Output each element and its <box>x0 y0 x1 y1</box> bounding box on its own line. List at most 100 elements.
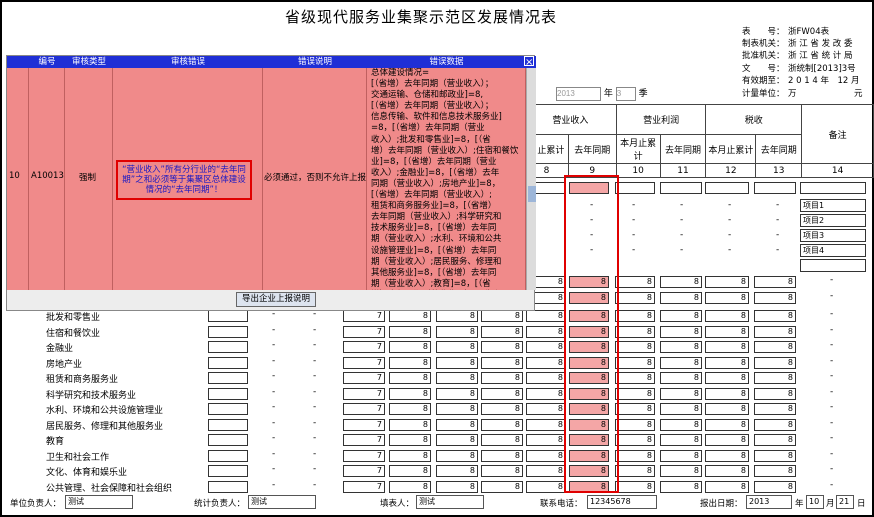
row-cell[interactable]: 8 <box>754 387 796 400</box>
row-cell[interactable]: 8 <box>481 387 523 400</box>
row-cell[interactable]: 8 <box>481 434 523 446</box>
row-cell[interactable]: 8 <box>754 434 796 446</box>
row-cell[interactable]: 8 <box>705 403 749 415</box>
date-year-input[interactable]: 2013 <box>746 495 792 509</box>
row-cell[interactable]: 8 <box>481 325 523 338</box>
row-cell[interactable]: 8 <box>754 403 796 415</box>
note-field[interactable]: 项目2 <box>800 214 866 227</box>
row-cell[interactable]: 7 <box>343 341 385 353</box>
note-field[interactable]: 项目1 <box>800 199 866 212</box>
row-cell[interactable]: 8 <box>389 372 431 384</box>
row-cell[interactable]: 8 <box>481 480 523 493</box>
row-cell[interactable]: 8 <box>389 465 431 477</box>
row-input[interactable] <box>208 310 248 322</box>
row-cell[interactable]: 8 <box>660 434 702 446</box>
row-cell[interactable]: 8 <box>660 310 702 322</box>
row-cell[interactable]: 8 <box>389 449 431 462</box>
row-input[interactable] <box>208 372 248 384</box>
top-cell-input[interactable] <box>705 182 749 194</box>
row-cell[interactable]: 8 <box>754 449 796 462</box>
row-cell[interactable]: 8 <box>526 387 566 400</box>
row-cell[interactable]: 8 <box>436 434 478 446</box>
row-cell[interactable]: 7 <box>343 310 385 322</box>
row-cell[interactable]: 8 <box>705 325 749 338</box>
row-cell[interactable]: 8 <box>754 372 796 384</box>
row-input[interactable] <box>208 465 248 477</box>
row-cell[interactable]: 8 <box>389 418 431 431</box>
row-cell[interactable]: 8 <box>705 418 749 431</box>
row-cell[interactable]: 8 <box>436 310 478 322</box>
row-cell[interactable]: 8 <box>526 356 566 369</box>
row-cell[interactable]: 8 <box>754 341 796 353</box>
row-cell[interactable]: 8 <box>615 341 655 353</box>
row-cell[interactable]: 8 <box>436 465 478 477</box>
top-cell-input[interactable] <box>660 182 702 194</box>
row-cell[interactable]: 8 <box>660 465 702 477</box>
row-cell[interactable]: 8 <box>526 465 566 477</box>
row-cell[interactable]: 8 <box>754 325 796 338</box>
top-cell-input[interactable] <box>615 182 655 194</box>
date-month-input[interactable]: 10 <box>806 495 824 509</box>
row-cell[interactable]: 8 <box>705 276 749 288</box>
row-cell[interactable]: 8 <box>481 403 523 415</box>
row-cell[interactable]: 7 <box>343 480 385 493</box>
row-input[interactable] <box>208 480 248 493</box>
row-cell[interactable]: 7 <box>343 449 385 462</box>
row-cell[interactable]: 8 <box>615 465 655 477</box>
close-icon[interactable]: × <box>524 56 534 68</box>
row-cell[interactable]: 8 <box>615 418 655 431</box>
row-cell[interactable]: 8 <box>705 310 749 322</box>
row-cell[interactable]: 8 <box>436 356 478 369</box>
row-cell[interactable]: 7 <box>343 434 385 446</box>
export-report-button[interactable]: 导出企业上报说明 <box>236 292 316 307</box>
row-input[interactable] <box>208 434 248 446</box>
row-cell[interactable]: 8 <box>660 325 702 338</box>
row-cell[interactable]: 8 <box>481 310 523 322</box>
row-cell[interactable]: 8 <box>615 434 655 446</box>
row-cell[interactable]: 8 <box>660 341 702 353</box>
row-cell[interactable]: 8 <box>436 341 478 353</box>
row-cell[interactable]: 8 <box>389 341 431 353</box>
note-field[interactable] <box>800 259 866 272</box>
row-cell[interactable]: 7 <box>343 356 385 369</box>
row-cell[interactable]: 8 <box>526 341 566 353</box>
row-cell[interactable]: 7 <box>343 387 385 400</box>
row-cell[interactable]: 8 <box>389 310 431 322</box>
row-cell[interactable]: 8 <box>436 372 478 384</box>
row-cell[interactable]: 8 <box>705 292 749 304</box>
row-cell[interactable]: 8 <box>660 418 702 431</box>
row-cell[interactable]: 8 <box>526 403 566 415</box>
row-cell[interactable]: 8 <box>660 276 702 288</box>
row-cell[interactable]: 8 <box>389 387 431 400</box>
stat-head-input[interactable]: 测试 <box>248 495 316 509</box>
row-cell[interactable]: 8 <box>705 434 749 446</box>
row-input[interactable] <box>208 356 248 369</box>
row-cell[interactable]: 8 <box>754 480 796 493</box>
row-cell[interactable]: 8 <box>754 276 796 288</box>
row-cell[interactable]: 8 <box>436 387 478 400</box>
row-cell[interactable]: 7 <box>343 403 385 415</box>
row-cell[interactable]: 8 <box>526 372 566 384</box>
row-cell[interactable]: 8 <box>660 356 702 369</box>
row-cell[interactable]: 8 <box>615 372 655 384</box>
row-cell[interactable]: 8 <box>389 480 431 493</box>
row-cell[interactable]: 8 <box>660 292 702 304</box>
note-field[interactable]: 项目3 <box>800 229 866 242</box>
row-cell[interactable]: 8 <box>436 480 478 493</box>
row-cell[interactable]: 8 <box>389 325 431 338</box>
top-cell-input[interactable] <box>754 182 796 194</box>
row-cell[interactable]: 8 <box>660 403 702 415</box>
row-cell[interactable]: 8 <box>526 480 566 493</box>
row-cell[interactable]: 8 <box>660 449 702 462</box>
row-cell[interactable]: 8 <box>660 387 702 400</box>
row-cell[interactable]: 8 <box>436 449 478 462</box>
phone-input[interactable]: 12345678 <box>587 495 657 509</box>
row-input[interactable] <box>208 418 248 431</box>
row-cell[interactable]: 8 <box>705 372 749 384</box>
row-cell[interactable]: 8 <box>754 310 796 322</box>
row-cell[interactable]: 8 <box>436 325 478 338</box>
filler-input[interactable]: 测试 <box>416 495 484 509</box>
row-cell[interactable]: 8 <box>615 480 655 493</box>
row-cell[interactable]: 7 <box>343 325 385 338</box>
row-cell[interactable]: 8 <box>705 356 749 369</box>
